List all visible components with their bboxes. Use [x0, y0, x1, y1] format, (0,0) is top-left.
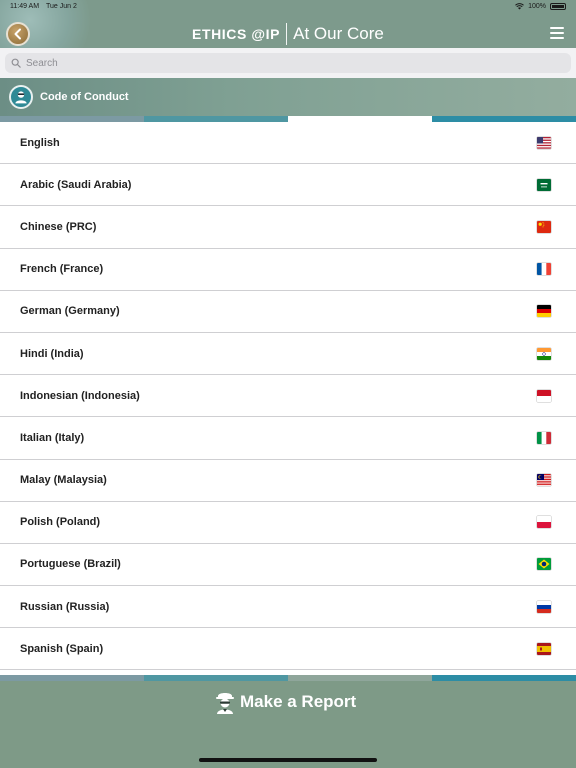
- back-button[interactable]: [6, 22, 30, 46]
- list-item[interactable]: Italian (Italy): [0, 417, 576, 460]
- us-flag-icon: [537, 136, 551, 149]
- language-label: Indonesian (Indonesia): [20, 389, 140, 402]
- search-icon: [11, 58, 21, 68]
- brand-logo: ETHICS @IP At Our Core: [192, 22, 384, 46]
- app-header: 11:49 AM Tue Jun 2 100% ETHICS @IP At Ou…: [0, 0, 576, 48]
- wifi-icon: [515, 3, 524, 10]
- de-flag-icon: [537, 305, 551, 318]
- language-label: English: [20, 136, 60, 149]
- make-report-button[interactable]: Make a Report: [214, 690, 356, 714]
- brand-right: At Our Core: [293, 24, 384, 43]
- code-of-conduct-avatar: [9, 85, 33, 109]
- language-label: Hindi (India): [20, 347, 84, 360]
- search-input[interactable]: [26, 57, 526, 69]
- language-label: French (France): [20, 263, 104, 276]
- status-right: 100%: [515, 3, 566, 10]
- pl-flag-icon: [537, 516, 551, 529]
- chevron-left-icon: [14, 28, 21, 40]
- ru-flag-icon: [537, 600, 551, 613]
- language-label: Polish (Poland): [20, 516, 101, 529]
- in-flag-icon: [537, 347, 551, 360]
- battery-icon: [550, 3, 566, 10]
- my-flag-icon: [537, 474, 551, 487]
- list-item[interactable]: English: [0, 122, 576, 165]
- hamburger-icon: [550, 27, 564, 29]
- language-label: Russian (Russia): [20, 600, 110, 613]
- home-indicator[interactable]: [199, 758, 377, 762]
- id-flag-icon: [537, 389, 551, 402]
- list-item[interactable]: French (France): [0, 249, 576, 291]
- status-date: Tue Jun 2: [46, 3, 77, 10]
- language-label: Arabic (Saudi Arabia): [20, 178, 132, 191]
- es-flag-icon: [537, 642, 551, 655]
- brand-left: ETHICS @IP: [192, 26, 281, 42]
- search-field[interactable]: [5, 53, 571, 73]
- footer: Make a Report: [0, 681, 576, 768]
- battery-percent: 100%: [528, 3, 546, 10]
- list-item[interactable]: Russian (Russia): [0, 586, 576, 629]
- list-item[interactable]: Portuguese (Brazil): [0, 544, 576, 587]
- list-item[interactable]: Malay (Malaysia): [0, 460, 576, 502]
- cn-flag-icon: [537, 220, 551, 233]
- search-bar: [0, 48, 576, 78]
- list-item[interactable]: Hindi (India): [0, 333, 576, 376]
- report-person-icon: [216, 693, 234, 714]
- language-label: Chinese (PRC): [20, 220, 97, 233]
- language-label: Malay (Malaysia): [20, 474, 107, 487]
- br-flag-icon: [537, 558, 551, 571]
- language-label: Spanish (Spain): [20, 642, 104, 655]
- fr-flag-icon: [537, 263, 551, 276]
- language-label: Italian (Italy): [20, 431, 85, 444]
- status-time: 11:49 AM: [10, 3, 40, 10]
- it-flag-icon: [537, 431, 551, 444]
- sa-flag-icon: [537, 178, 551, 191]
- language-list: English Arabic (Saudi Arabia) Chinese (P…: [0, 122, 576, 675]
- make-report-label: Make a Report: [240, 692, 357, 711]
- list-item[interactable]: German (Germany): [0, 291, 576, 333]
- status-bar: 11:49 AM Tue Jun 2 100%: [0, 0, 576, 14]
- brand-divider: [286, 23, 288, 45]
- person-icon: [15, 91, 27, 104]
- language-label: Portuguese (Brazil): [20, 558, 121, 571]
- language-label: German (Germany): [20, 305, 120, 318]
- list-item[interactable]: Chinese (PRC): [0, 206, 576, 249]
- section-header: Code of Conduct: [0, 78, 576, 116]
- menu-button[interactable]: [550, 27, 564, 39]
- section-title: Code of Conduct: [40, 91, 129, 103]
- list-item[interactable]: Polish (Poland): [0, 502, 576, 544]
- list-item[interactable]: Indonesian (Indonesia): [0, 375, 576, 418]
- list-item[interactable]: Spanish (Spain): [0, 628, 576, 671]
- list-item[interactable]: Arabic (Saudi Arabia): [0, 164, 576, 207]
